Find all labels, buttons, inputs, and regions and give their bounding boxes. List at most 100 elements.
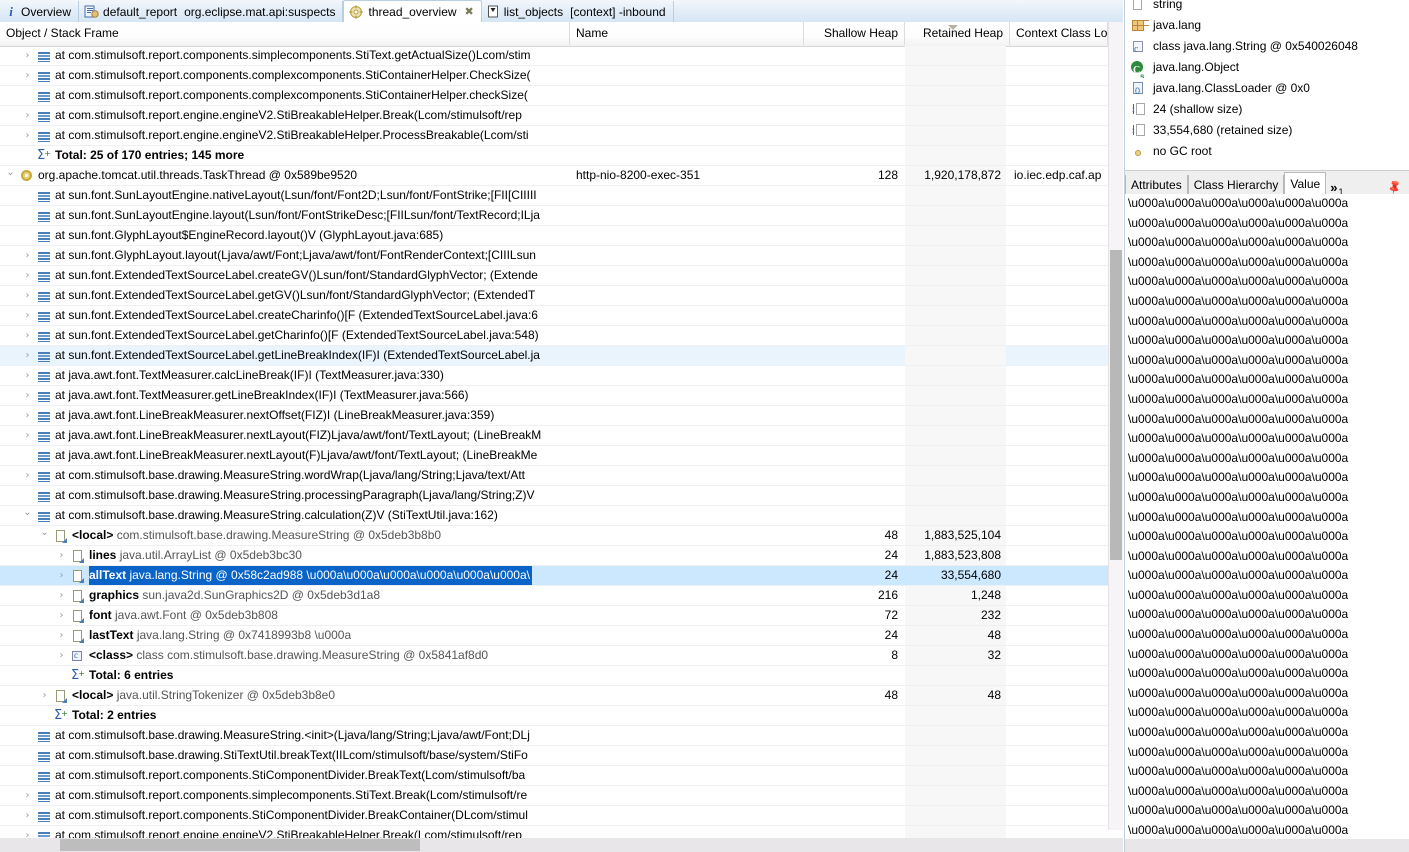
object-cell[interactable]: at sun.font.ExtendedTextSourceLabel.getC… xyxy=(55,326,539,345)
table-row[interactable]: ⌄ org.apache.tomcat.util.threads.TaskThre… xyxy=(0,166,1123,186)
inspector-row[interactable]: ↕ 33,554,680 (retained size) xyxy=(1125,120,1409,141)
table-row[interactable]: › at sun.font.ExtendedTextSourceLabel.cre… xyxy=(0,266,1123,286)
object-cell[interactable]: at java.awt.font.TextMeasurer.getLineBre… xyxy=(55,386,469,405)
chevron-right-icon[interactable]: › xyxy=(23,106,32,125)
table-row[interactable]: at sun.font.GlyphLayout$EngineRecord.lay… xyxy=(0,226,1123,246)
chevron-right-icon[interactable]: › xyxy=(23,126,32,145)
inspector-tab-class-hierarchy[interactable]: Class Hierarchy xyxy=(1187,175,1285,195)
table-row[interactable]: at com.stimulsoft.base.drawing.MeasureSt… xyxy=(0,486,1123,506)
table-row[interactable]: › graphics sun.java2d.SunGraphics2D @ 0x5… xyxy=(0,586,1123,606)
table-row[interactable]: ⌄ <local> com.stimulsoft.base.drawing.Mea… xyxy=(0,526,1123,546)
table-row[interactable]: › at java.awt.font.LineBreakMeasurer.next… xyxy=(0,406,1123,426)
object-cell[interactable]: <class> class com.stimulsoft.base.drawin… xyxy=(89,646,488,665)
object-cell[interactable]: lastText java.lang.String @ 0x7418993b8 … xyxy=(89,626,351,645)
table-row[interactable]: › at sun.font.ExtendedTextSourceLabel.cre… xyxy=(0,306,1123,326)
object-cell[interactable]: at sun.font.SunLayoutEngine.nativeLayout… xyxy=(55,186,537,205)
object-cell[interactable]: at java.awt.font.LineBreakMeasurer.nextO… xyxy=(55,406,494,425)
object-cell[interactable]: graphics sun.java2d.SunGraphics2D @ 0x5d… xyxy=(89,586,380,605)
tree-vscroll-thumb[interactable] xyxy=(1110,250,1122,560)
object-cell[interactable]: Total: 25 of 170 entries; 145 more xyxy=(55,146,244,165)
column-header-ccl[interactable]: Context Class Lo xyxy=(1010,22,1108,45)
object-cell[interactable]: <local> java.util.StringTokenizer @ 0x5d… xyxy=(72,686,335,705)
table-row[interactable]: at java.awt.font.LineBreakMeasurer.nextL… xyxy=(0,446,1123,466)
object-cell[interactable]: at sun.font.ExtendedTextSourceLabel.crea… xyxy=(55,266,538,285)
object-cell[interactable]: at com.stimulsoft.base.drawing.MeasureSt… xyxy=(55,486,535,505)
chevron-right-icon[interactable]: › xyxy=(23,346,32,365)
table-row[interactable]: › font java.awt.Font @ 0x5deb3b808 72 232 xyxy=(0,606,1123,626)
column-header-object[interactable]: Object / Stack Frame xyxy=(0,22,570,45)
chevron-right-icon[interactable]: › xyxy=(23,466,32,485)
object-cell[interactable]: at com.stimulsoft.base.drawing.MeasureSt… xyxy=(55,506,498,525)
object-cell[interactable]: at sun.font.ExtendedTextSourceLabel.crea… xyxy=(55,306,538,325)
object-cell[interactable]: Total: 2 entries xyxy=(72,706,156,725)
object-cell[interactable]: font java.awt.Font @ 0x5deb3b808 xyxy=(89,606,278,625)
chevron-down-icon[interactable]: ⌄ xyxy=(40,523,49,542)
object-cell[interactable]: at sun.font.ExtendedTextSourceLabel.getL… xyxy=(55,346,540,365)
chevron-right-icon[interactable]: › xyxy=(57,566,66,585)
object-cell[interactable]: at com.stimulsoft.report.engine.engineV2… xyxy=(55,126,529,145)
table-row[interactable]: ⌄ at com.stimulsoft.base.drawing.MeasureS… xyxy=(0,506,1123,526)
object-cell[interactable]: at com.stimulsoft.report.components.simp… xyxy=(55,46,531,65)
tree-hscroll-thumb[interactable] xyxy=(60,839,420,851)
table-row[interactable]: › at sun.font.ExtendedTextSourceLabel.get… xyxy=(0,286,1123,306)
table-row[interactable]: at com.stimulsoft.report.components.StiC… xyxy=(0,766,1123,786)
chevron-right-icon[interactable]: › xyxy=(23,786,32,805)
table-row[interactable]: › at com.stimulsoft.report.components.sim… xyxy=(0,786,1123,806)
chevron-right-icon[interactable]: › xyxy=(23,426,32,445)
chevron-right-icon[interactable]: › xyxy=(57,546,66,565)
inspector-tab-value[interactable]: Value xyxy=(1284,172,1327,195)
object-cell[interactable]: at com.stimulsoft.base.drawing.MeasureSt… xyxy=(55,726,530,745)
table-row[interactable]: › at com.stimulsoft.report.components.sim… xyxy=(0,46,1123,66)
chevron-right-icon[interactable]: › xyxy=(23,66,32,85)
object-cell[interactable]: lines java.util.ArrayList @ 0x5deb3bc30 xyxy=(89,546,302,565)
chevron-right-icon[interactable]: › xyxy=(23,406,32,425)
chevron-right-icon[interactable]: › xyxy=(23,306,32,325)
object-cell[interactable]: at sun.font.SunLayoutEngine.layout(Lsun/… xyxy=(55,206,540,225)
table-row[interactable]: › at sun.font.ExtendedTextSourceLabel.get… xyxy=(0,326,1123,346)
chevron-right-icon[interactable]: › xyxy=(23,266,32,285)
chevron-right-icon[interactable]: › xyxy=(57,586,66,605)
tab-list-objects[interactable]: list_objects [context] -inbound xyxy=(482,1,674,22)
inspector-row[interactable]: no GC root xyxy=(1125,141,1409,162)
object-cell[interactable]: org.apache.tomcat.util.threads.TaskThrea… xyxy=(38,166,357,185)
table-row[interactable]: › lines java.util.ArrayList @ 0x5deb3bc30… xyxy=(0,546,1123,566)
object-cell[interactable]: at sun.font.GlyphLayout.layout(Ljava/awt… xyxy=(55,246,536,265)
table-row[interactable]: › lastText java.lang.String @ 0x7418993b8… xyxy=(0,626,1123,646)
chevron-right-icon[interactable]: › xyxy=(23,46,32,65)
table-row[interactable]: › at com.stimulsoft.report.engine.engineV… xyxy=(0,106,1123,126)
table-row[interactable]: › at java.awt.font.TextMeasurer.calcLineB… xyxy=(0,366,1123,386)
table-row[interactable]: Σ+ Total: 2 entries xyxy=(0,706,1123,726)
object-cell[interactable]: at java.awt.font.TextMeasurer.calcLineBr… xyxy=(55,366,444,385)
object-cell[interactable]: at com.stimulsoft.report.components.StiC… xyxy=(55,766,525,785)
chevron-right-icon[interactable]: › xyxy=(57,606,66,625)
object-cell[interactable]: at sun.font.GlyphLayout$EngineRecord.lay… xyxy=(55,226,443,245)
object-cell[interactable]: at java.awt.font.LineBreakMeasurer.nextL… xyxy=(55,446,537,465)
table-row[interactable]: Σ+ Total: 6 entries xyxy=(0,666,1123,686)
chevron-right-icon[interactable]: › xyxy=(23,246,32,265)
table-row[interactable]: at sun.font.SunLayoutEngine.layout(Lsun/… xyxy=(0,206,1123,226)
chevron-down-icon[interactable]: ⌄ xyxy=(6,163,15,182)
table-row[interactable]: at com.stimulsoft.base.drawing.MeasureSt… xyxy=(0,726,1123,746)
inspector-row[interactable]: class java.lang.String @ 0x540026048 xyxy=(1125,36,1409,57)
table-row[interactable]: › at java.awt.font.LineBreakMeasurer.next… xyxy=(0,426,1123,446)
tab-overview[interactable]: i Overview xyxy=(0,1,80,22)
inspector-tab-overflow[interactable]: » 1 xyxy=(1326,180,1346,197)
tab-thread-overview[interactable]: thread_overview ✖ xyxy=(343,0,482,23)
inspector-row[interactable]: java.lang.ClassLoader @ 0x0 xyxy=(1125,78,1409,99)
chevron-right-icon[interactable]: › xyxy=(57,626,66,645)
chevron-right-icon[interactable]: › xyxy=(23,326,32,345)
column-header-shallow[interactable]: Shallow Heap xyxy=(804,22,905,45)
object-cell[interactable]: at sun.font.ExtendedTextSourceLabel.getG… xyxy=(55,286,535,305)
inspector-row[interactable]: s java.lang.Object xyxy=(1125,57,1409,78)
table-row[interactable]: › at java.awt.font.TextMeasurer.getLineBr… xyxy=(0,386,1123,406)
table-row[interactable]: › at com.stimulsoft.base.drawing.MeasureS… xyxy=(0,466,1123,486)
table-row[interactable]: › <local> java.util.StringTokenizer @ 0x5… xyxy=(0,686,1123,706)
table-row[interactable]: › allText java.lang.String @ 0x58c2ad988 … xyxy=(0,566,1123,586)
inspector-tab-attributes[interactable]: Attributes xyxy=(1125,175,1188,195)
tree-horizontal-scrollbar[interactable] xyxy=(0,838,1123,852)
object-cell[interactable]: at com.stimulsoft.report.components.simp… xyxy=(55,786,527,805)
object-cell[interactable]: <local> com.stimulsoft.base.drawing.Meas… xyxy=(72,526,441,545)
inspector-row[interactable]: java.lang xyxy=(1125,15,1409,36)
inspector-row[interactable]: string xyxy=(1125,0,1409,15)
object-cell[interactable]: at com.stimulsoft.base.drawing.StiTextUt… xyxy=(55,746,528,765)
